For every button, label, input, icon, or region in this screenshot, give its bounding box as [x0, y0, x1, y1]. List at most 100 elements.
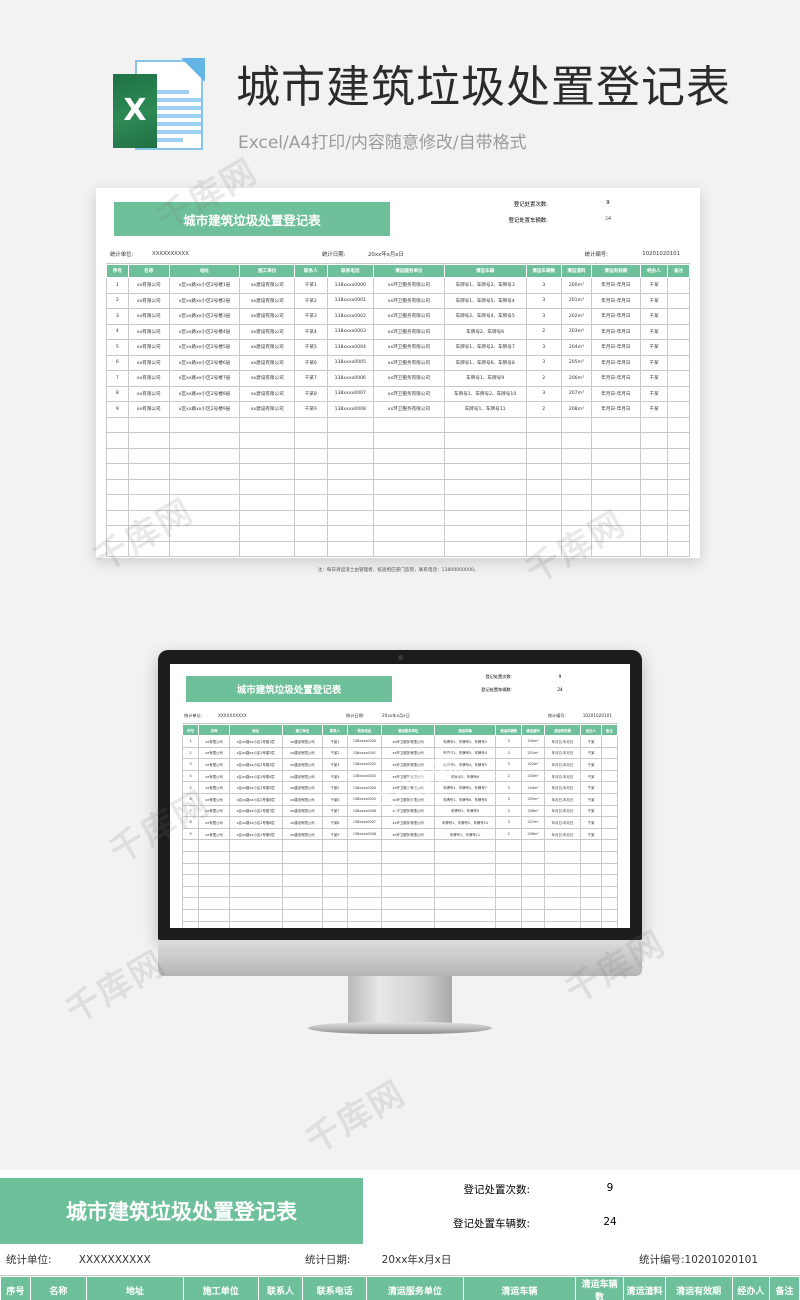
table-cell-empty[interactable] [381, 897, 435, 910]
table-cell-empty[interactable] [667, 525, 690, 542]
table-cell[interactable]: 千某9 [293, 401, 328, 418]
table-cell[interactable]: xx有限公司 [127, 354, 170, 371]
table-row[interactable]: 5 xx有限公司 x区xx路xx小区2号楼5层 xx建设有限公司 千某5 138xxxx0… [181, 781, 619, 794]
table-row[interactable]: 9 xx有限公司 x区xx路xx小区2号楼9层 xx建设有限公司 千某9 138xxxx0… [106, 401, 690, 418]
table-row[interactable]: 1 xx有限公司 x区xx路xx小区2号楼1层 xx建设有限公司 千某1 138xxxx0… [181, 735, 619, 748]
table-cell-empty[interactable] [667, 509, 690, 526]
table-cell[interactable]: 千某 [580, 804, 602, 818]
table-row-empty[interactable] [181, 897, 619, 910]
table-cell-empty[interactable] [326, 509, 374, 526]
table-cell-empty[interactable] [600, 850, 619, 864]
table-cell-empty[interactable] [590, 447, 641, 464]
table-cell-empty[interactable] [494, 920, 523, 928]
table-cell[interactable]: 5 [106, 339, 129, 356]
table-cell[interactable]: 车牌号1、车牌号2、车牌号10 [434, 816, 496, 829]
table-cell-empty[interactable] [293, 525, 328, 542]
table-cell[interactable]: 千某 [580, 769, 602, 783]
table-cell[interactable]: 车牌号2、车牌号6 [443, 323, 527, 340]
table-row-empty[interactable] [181, 885, 619, 899]
table-cell-empty[interactable] [346, 897, 383, 910]
table-cell[interactable]: 200m³ [521, 735, 545, 748]
table-row[interactable]: 7 xx有限公司 x区xx路xx小区2号楼7层 xx建设有限公司 千某7 138xxxx0… [181, 804, 619, 818]
table-cell[interactable] [600, 804, 619, 818]
table-cell-empty[interactable] [198, 839, 230, 852]
table-cell[interactable] [600, 827, 619, 841]
table-cell[interactable]: 9 [106, 401, 129, 418]
table-cell[interactable] [600, 792, 619, 806]
table-cell[interactable]: 千某2 [322, 746, 348, 760]
table-cell-empty[interactable] [521, 839, 545, 852]
table-cell[interactable]: x区xx路xx小区2号楼5层 [168, 339, 241, 356]
table-cell[interactable]: 2 [525, 370, 562, 387]
table-cell[interactable]: 201m³ [560, 292, 592, 309]
table-cell[interactable]: xx建设有限公司 [239, 323, 295, 340]
table-cell-empty[interactable] [239, 416, 295, 433]
table-cell[interactable]: 千某7 [322, 804, 348, 818]
table-cell-empty[interactable] [181, 862, 200, 876]
table-cell[interactable]: xx有限公司 [127, 339, 170, 356]
table-cell-empty[interactable] [381, 920, 435, 928]
table-cell-empty[interactable] [639, 494, 669, 511]
table-cell-empty[interactable] [543, 885, 582, 899]
table-cell[interactable]: 年月日-年月日 [590, 277, 641, 294]
table-cell-empty[interactable] [281, 850, 324, 864]
table-cell-empty[interactable] [521, 850, 545, 864]
table-cell[interactable]: xx环卫服务有限公司 [372, 401, 445, 418]
table-cell[interactable]: 202m³ [521, 758, 545, 771]
table-cell[interactable]: 千某 [580, 816, 602, 829]
table-cell-empty[interactable] [281, 839, 324, 852]
table-cell[interactable]: 车牌号1、车牌号2、车牌号7 [434, 781, 496, 794]
table-cell-empty[interactable] [590, 540, 641, 557]
table-cell-empty[interactable] [281, 897, 324, 910]
table-cell-empty[interactable] [521, 908, 545, 922]
table-cell-empty[interactable] [639, 416, 669, 433]
table-cell-empty[interactable] [181, 897, 200, 910]
table-cell[interactable]: x区xx路xx小区2号楼7层 [168, 370, 241, 387]
table-cell-empty[interactable] [434, 897, 496, 910]
table-cell-empty[interactable] [580, 885, 602, 899]
table-row[interactable]: 4 xx有限公司 x区xx路xx小区2号楼4层 xx建设有限公司 千某4 138xxxx0… [106, 323, 690, 340]
table-cell-empty[interactable] [667, 540, 690, 557]
table-cell[interactable] [667, 339, 690, 356]
table-cell[interactable]: 4 [106, 323, 129, 340]
table-cell-empty[interactable] [525, 432, 562, 449]
table-cell-empty[interactable] [525, 463, 562, 480]
table-cell[interactable]: xx环卫服务有限公司 [381, 758, 435, 771]
table-cell-empty[interactable] [239, 463, 295, 480]
table-cell-empty[interactable] [639, 432, 669, 449]
table-cell[interactable]: x区xx路xx小区2号楼7层 [228, 804, 283, 818]
table-cell-empty[interactable] [168, 509, 241, 526]
table-cell-empty[interactable] [293, 540, 328, 557]
registry-table[interactable]: 序号 名称 地址 施工单位 联系人 联系电话 清运服务单位 清运车辆 清运车辆数 清运渣料 清运有效… [181, 724, 619, 928]
table-cell-empty[interactable] [228, 908, 283, 922]
table-cell[interactable]: xx有限公司 [127, 370, 170, 387]
table-row[interactable]: 2 xx有限公司 x区xx路xx小区2号楼2层 xx建设有限公司 千某2 138xxxx0… [181, 746, 619, 760]
table-cell-empty[interactable] [127, 432, 170, 449]
table-cell[interactable]: xx建设有限公司 [281, 816, 324, 829]
table-cell[interactable]: 204m³ [521, 781, 545, 794]
table-cell[interactable]: 208m³ [560, 401, 592, 418]
table-row-empty[interactable] [106, 494, 690, 511]
table-cell[interactable]: 千某6 [293, 354, 328, 371]
table-cell[interactable] [600, 746, 619, 760]
table-row[interactable]: 3 xx有限公司 x区xx路xx小区2号楼3层 xx建设有限公司 千某3 138xxxx0… [181, 758, 619, 771]
table-cell[interactable]: xx环卫服务有限公司 [372, 354, 445, 371]
table-cell[interactable]: xx环卫服务有限公司 [372, 339, 445, 356]
table-cell-empty[interactable] [543, 920, 582, 928]
table-cell[interactable]: 138xxxx0003 [326, 323, 374, 340]
table-cell-empty[interactable] [293, 447, 328, 464]
table-row-empty[interactable] [181, 908, 619, 922]
table-cell-empty[interactable] [322, 874, 348, 887]
table-cell-empty[interactable] [543, 850, 582, 864]
table-cell-empty[interactable] [293, 432, 328, 449]
table-row-empty[interactable] [106, 463, 690, 480]
table-cell-empty[interactable] [326, 494, 374, 511]
table-cell[interactable]: 207m³ [560, 385, 592, 402]
table-cell[interactable]: x区xx路xx小区2号楼8层 [168, 385, 241, 402]
table-cell[interactable]: 千某1 [293, 277, 328, 294]
table-cell[interactable]: xx环卫服务有限公司 [381, 816, 435, 829]
table-cell[interactable] [667, 401, 690, 418]
table-cell-empty[interactable] [590, 416, 641, 433]
table-cell[interactable]: 138xxxx0001 [346, 746, 383, 760]
table-cell-empty[interactable] [580, 839, 602, 852]
